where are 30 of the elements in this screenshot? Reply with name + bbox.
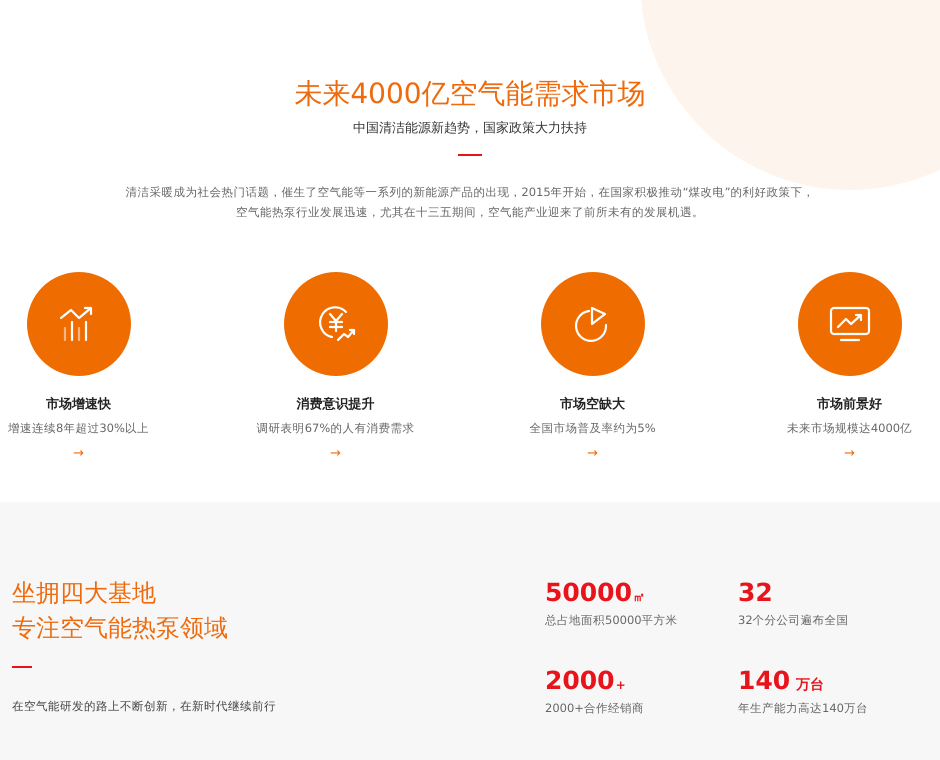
- feature-title: 市场空缺大: [560, 396, 625, 414]
- stat-value: 140 万台: [738, 666, 826, 696]
- more-link[interactable]: →: [844, 446, 855, 462]
- feature-text: 调研表明67%的人有消费需求: [256, 420, 414, 436]
- feature-text: 增速连续8年超过30%以上: [8, 420, 149, 436]
- intro-text: 空气能热泵行业发展迅速，尤其在十三五期间，空气能产业迎来了前所未有的发展机遇。: [236, 204, 704, 221]
- feature-text: 未来市场规模达4000亿: [786, 420, 912, 436]
- stat-value: 2000+: [545, 666, 627, 696]
- stat-label: 年生产能力高达140万台: [738, 700, 869, 716]
- feature-title: 市场增速快: [46, 396, 111, 414]
- monitor-chart-icon: [828, 306, 870, 342]
- feature-text: 全国市场普及率约为5%: [529, 420, 656, 436]
- bases-heading: 专注空气能热泵领域: [12, 613, 229, 644]
- bases-heading: 坐拥四大基地: [12, 578, 157, 609]
- intro-text: 清洁采暖成为社会热门话题，催生了空气能等一系列的新能源产品的出现，2015年开始，在国家积极推动“煤改电”的利好政策下，: [125, 184, 815, 201]
- stat-label: 2000+合作经销商: [545, 700, 645, 716]
- stat-label: 32个分公司遍布全国: [738, 612, 850, 628]
- stat-value: 32: [738, 578, 774, 608]
- section-subtitle: 中国清洁能源新趋势，国家政策大力扶持: [353, 120, 587, 138]
- more-link[interactable]: →: [73, 446, 84, 462]
- stat-value: 50000㎡: [545, 578, 646, 608]
- more-link[interactable]: →: [587, 446, 598, 462]
- feature-title: 市场前景好: [817, 396, 882, 414]
- section-title: 未来4000亿空气能需求市场: [294, 76, 646, 112]
- title-underline: [458, 154, 482, 156]
- heading-underline: [12, 666, 32, 668]
- bases-text: 在空气能研发的路上不断创新，在新时代继续前行: [12, 698, 277, 714]
- feature-title: 消费意识提升: [296, 396, 374, 414]
- more-link[interactable]: →: [330, 446, 341, 462]
- stat-label: 总占地面积50000平方米: [545, 612, 679, 628]
